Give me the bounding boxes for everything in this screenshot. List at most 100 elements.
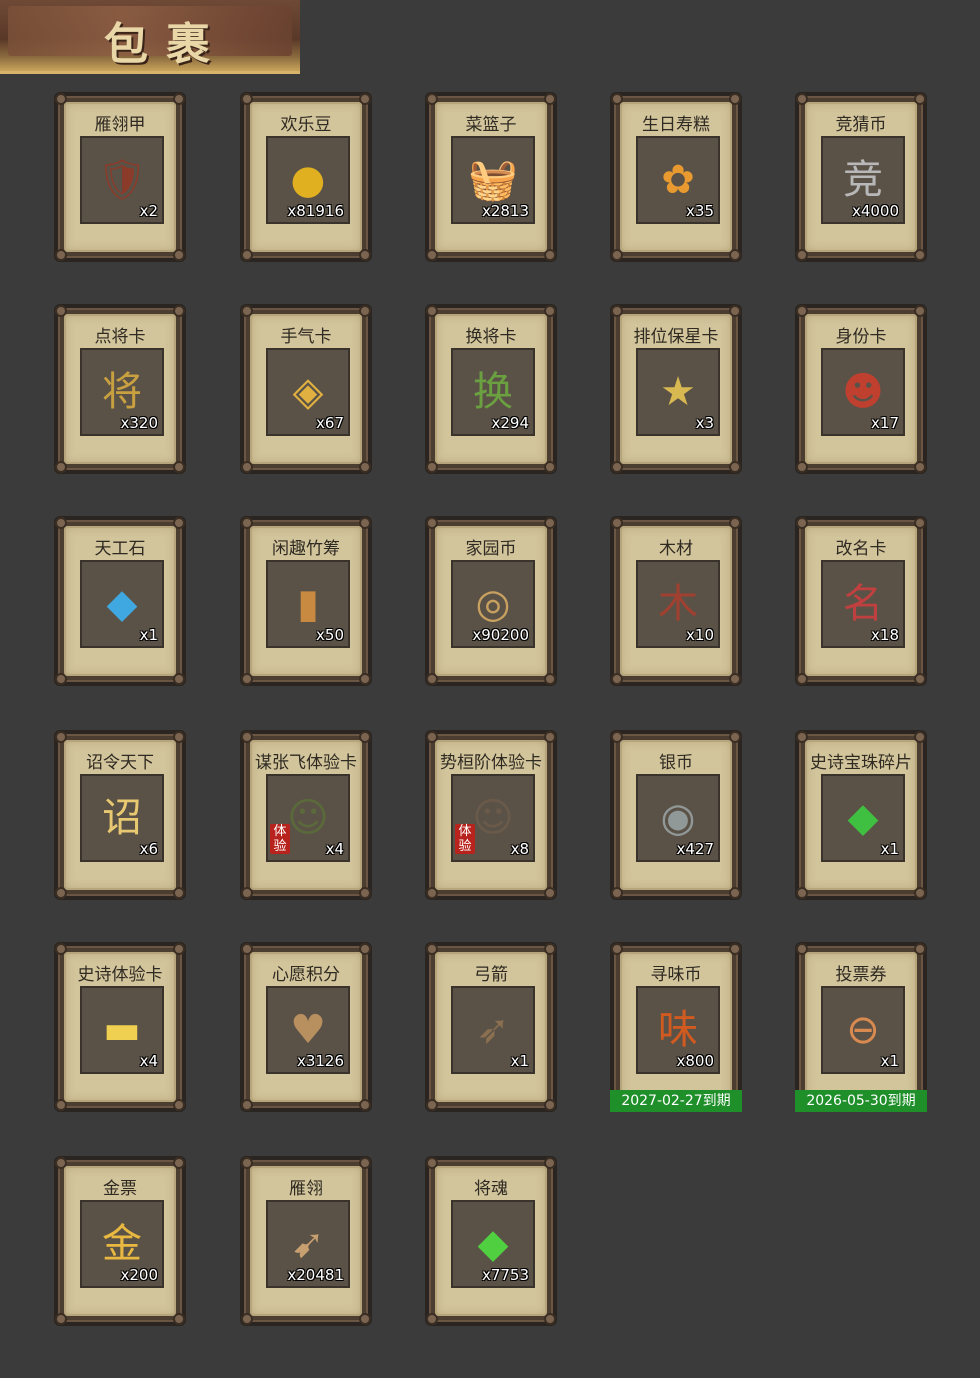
inventory-item[interactable]: 投票券 ⊖ x1 2026-05-30到期 (795, 942, 927, 1112)
inventory-item[interactable]: 欢乐豆 ● x81916 (240, 92, 372, 262)
identity-card-icon: ☻ (842, 369, 884, 415)
item-name: 雁翎甲 (94, 115, 146, 135)
item-frame: 欢乐豆 ● x81916 (241, 93, 371, 261)
inventory-item[interactable]: 寻味币味 x800 2027-02-27到期 (610, 942, 742, 1112)
inventory-item[interactable]: 谋张飞体验卡 ☺ 体验 x4 (240, 730, 372, 900)
bean-icon: ● (290, 157, 326, 203)
item-parchment: 点将卡将 x320 (64, 314, 176, 464)
inventory-item[interactable]: 雁翎甲 🛡 x2 (54, 92, 186, 262)
item-frame: 弓箭 ➶ x1 (426, 943, 556, 1111)
item-parchment: 天工石 ◆ x1 (64, 526, 176, 676)
item-parchment: 手气卡 ◈ x67 (250, 314, 362, 464)
inventory-item[interactable]: 竞猜币竞 x4000 (795, 92, 927, 262)
item-name: 投票券 (835, 965, 887, 985)
inventory-item[interactable]: 雁翎 ➹ x20481 (240, 1156, 372, 1326)
item-name: 寻味币 (650, 965, 702, 985)
inventory-item[interactable]: 银币 ◉ x427 (610, 730, 742, 900)
item-name: 金票 (103, 1179, 137, 1199)
inventory-item[interactable]: 点将卡将 x320 (54, 304, 186, 474)
item-expiry-banner: 2026-05-30到期 (795, 1090, 927, 1112)
item-icon-box: ◆ x1 (80, 560, 164, 648)
inventory-item[interactable]: 木材木 x10 (610, 516, 742, 686)
item-icon-box: 名 x18 (821, 560, 905, 648)
item-frame: 点将卡将 x320 (55, 305, 185, 473)
item-name: 心愿积分 (272, 965, 340, 985)
item-quantity: x2 (139, 202, 158, 220)
item-quantity: x1 (510, 1052, 529, 1070)
epic-card-icon: ▬ (103, 1007, 141, 1053)
item-frame: 手气卡 ◈ x67 (241, 305, 371, 473)
item-frame: 木材木 x10 (611, 517, 741, 685)
item-parchment: 诏令天下诏 x6 (64, 740, 176, 890)
item-icon-box: ⊖ x1 (821, 986, 905, 1074)
basket-icon: 🧺 (468, 157, 518, 203)
item-quantity: x18 (871, 626, 899, 644)
inventory-item[interactable]: 势桓阶体验卡 ☺ 体验 x8 (425, 730, 557, 900)
inventory-item[interactable]: 闲趣竹筹 ▮ x50 (240, 516, 372, 686)
item-name: 家园币 (465, 539, 517, 559)
item-expiry-banner: 2027-02-27到期 (610, 1090, 742, 1112)
inventory-item[interactable]: 生日寿糕 ✿ x35 (610, 92, 742, 262)
item-name: 生日寿糕 (642, 115, 710, 135)
inventory-item[interactable]: 手气卡 ◈ x67 (240, 304, 372, 474)
item-parchment: 史诗体验卡 ▬ x4 (64, 952, 176, 1102)
item-quantity: x10 (686, 626, 714, 644)
inventory-item[interactable]: 史诗宝珠碎片 ◆ x1 (795, 730, 927, 900)
item-parchment: 势桓阶体验卡 ☺ 体验 x8 (435, 740, 547, 890)
item-parchment: 闲趣竹筹 ▮ x50 (250, 526, 362, 676)
item-icon-box: ▬ x4 (80, 986, 164, 1074)
inventory-item[interactable]: 换将卡换 x294 (425, 304, 557, 474)
item-quantity: x90200 (472, 626, 529, 644)
item-quantity: x427 (676, 840, 714, 858)
item-quantity: x3 (695, 414, 714, 432)
item-frame: 家园币 ◎ x90200 (426, 517, 556, 685)
green-shard-icon: ◆ (847, 795, 879, 841)
item-name: 点将卡 (94, 327, 146, 347)
item-name: 改名卡 (835, 539, 887, 559)
item-name: 银币 (659, 753, 693, 773)
inventory-item[interactable]: 弓箭 ➶ x1 (425, 942, 557, 1112)
inventory-item[interactable]: 排位保星卡 ★ x3 (610, 304, 742, 474)
gem-icon: ◆ (106, 581, 138, 627)
inventory-item[interactable]: 家园币 ◎ x90200 (425, 516, 557, 686)
inventory-item[interactable]: 身份卡 ☻ x17 (795, 304, 927, 474)
item-icon-box: 将 x320 (80, 348, 164, 436)
inventory-item[interactable]: 诏令天下诏 x6 (54, 730, 186, 900)
item-icon-box: ★ x3 (636, 348, 720, 436)
inventory-item[interactable]: 史诗体验卡 ▬ x4 (54, 942, 186, 1112)
item-quantity: x35 (686, 202, 714, 220)
item-parchment: 家园币 ◎ x90200 (435, 526, 547, 676)
item-quantity: x800 (676, 1052, 714, 1070)
item-quantity: x7753 (481, 1266, 529, 1284)
rank-card-icon: ★ (660, 369, 696, 415)
huanjie-portrait-icon: ☺ (472, 795, 514, 841)
item-name: 换将卡 (465, 327, 517, 347)
item-icon-box: ☺ 体验 x8 (451, 774, 535, 862)
item-name: 木材 (659, 539, 693, 559)
item-quantity: x3126 (296, 1052, 344, 1070)
item-icon-box: ◉ x427 (636, 774, 720, 862)
item-frame: 换将卡换 x294 (426, 305, 556, 473)
item-name: 竞猜币 (835, 115, 887, 135)
item-frame: 生日寿糕 ✿ x35 (611, 93, 741, 261)
item-quantity: x67 (316, 414, 344, 432)
item-parchment: 欢乐豆 ● x81916 (250, 102, 362, 252)
item-quantity: x4 (139, 1052, 158, 1070)
item-icon-box: ◎ x90200 (451, 560, 535, 648)
item-frame: 史诗宝珠碎片 ◆ x1 (796, 731, 926, 899)
item-icon-box: ▮ x50 (266, 560, 350, 648)
item-parchment: 史诗宝珠碎片 ◆ x1 (805, 740, 917, 890)
item-quantity: x294 (491, 414, 529, 432)
inventory-item[interactable]: 心愿积分 ♥ x3126 (240, 942, 372, 1112)
item-name: 菜篮子 (465, 115, 517, 135)
inventory-item[interactable]: 天工石 ◆ x1 (54, 516, 186, 686)
item-name: 手气卡 (280, 327, 332, 347)
inventory-item[interactable]: 改名卡名 x18 (795, 516, 927, 686)
item-parchment: 排位保星卡 ★ x3 (620, 314, 732, 464)
item-quantity: x320 (120, 414, 158, 432)
inventory-item[interactable]: 金票金 x200 (54, 1156, 186, 1326)
item-icon-box: ➹ x20481 (266, 1200, 350, 1288)
item-frame: 诏令天下诏 x6 (55, 731, 185, 899)
inventory-item[interactable]: 菜篮子 🧺 x2813 (425, 92, 557, 262)
inventory-item[interactable]: 将魂 ◆ x7753 (425, 1156, 557, 1326)
